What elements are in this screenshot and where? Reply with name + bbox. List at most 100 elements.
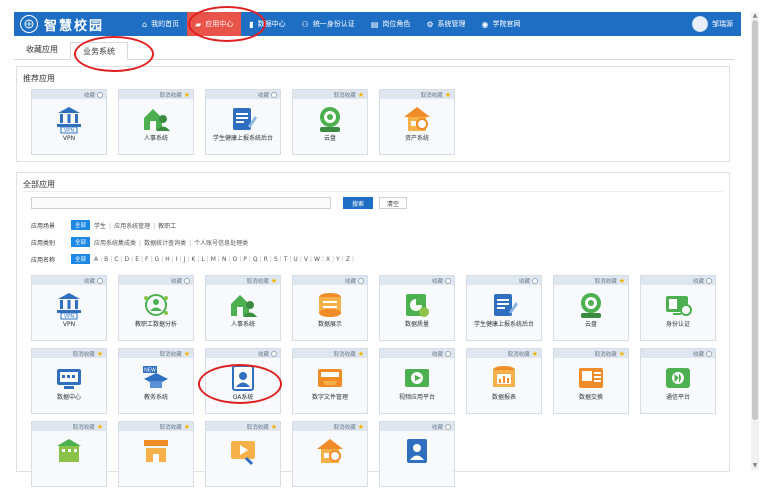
tab-business-systems[interactable]: 业务系统 [70, 42, 128, 60]
scroll-down-icon[interactable]: ▼ [751, 462, 759, 470]
filter-option[interactable]: 数据统计查询类 [144, 240, 186, 247]
letter-filter[interactable]: T [284, 256, 288, 263]
app-card[interactable]: 取消收藏 ★ 数据中心 [31, 348, 107, 414]
favorite-toggle[interactable]: 收藏 [380, 276, 454, 285]
favorite-toggle[interactable]: 收藏 [206, 90, 280, 99]
filter-chip-all[interactable]: 全部 [71, 237, 91, 247]
letter-filter[interactable]: J [184, 256, 186, 263]
app-card[interactable]: 取消收藏 ★ 数字文件管理 [292, 348, 368, 414]
favorite-toggle[interactable]: 取消收藏 ★ [119, 90, 193, 99]
letter-filter[interactable]: E [135, 256, 139, 263]
favorite-toggle[interactable]: 收藏 [32, 276, 106, 285]
app-card[interactable]: 取消收藏 ★ 人事系统 [205, 275, 281, 341]
favorite-toggle[interactable]: 取消收藏 ★ [467, 349, 541, 358]
favorite-toggle[interactable]: 取消收藏 ★ [293, 90, 367, 99]
app-card[interactable]: 收藏 学生健康上报系统后台 [205, 89, 281, 155]
favorite-toggle[interactable]: 取消收藏 ★ [119, 422, 193, 431]
favorite-toggle[interactable]: 取消收藏 ★ [206, 276, 280, 285]
favorite-toggle[interactable]: 收藏 [206, 349, 280, 358]
letter-filter[interactable]: K [191, 256, 195, 263]
app-card[interactable]: 取消收藏 ★ 云盘 [553, 275, 629, 341]
app-card[interactable]: 取消收藏 ★ [118, 421, 194, 487]
app-search-input[interactable] [31, 197, 331, 209]
letter-filter[interactable]: I [176, 256, 178, 263]
letter-filter[interactable]: H [165, 256, 170, 263]
scroll-up-icon[interactable]: ▲ [751, 12, 759, 20]
filter-option[interactable]: 教职工 [158, 223, 176, 230]
app-card[interactable]: 取消收藏 ★ NEW 教务系统 [118, 348, 194, 414]
nav-item-1[interactable]: ▰ 应用中心 [187, 12, 242, 36]
app-card[interactable]: 收藏 VPN VPN [31, 275, 107, 341]
favorite-toggle[interactable]: 取消收藏 ★ [380, 90, 454, 99]
letter-filter[interactable]: F [145, 256, 148, 263]
favorite-toggle[interactable]: 取消收藏 ★ [293, 422, 367, 431]
favorite-toggle[interactable]: 收藏 [641, 276, 715, 285]
letter-filter[interactable]: X [326, 256, 330, 263]
favorite-toggle[interactable]: 收藏 [32, 90, 106, 99]
filter-option[interactable]: 应用系统管理 [114, 223, 150, 230]
letter-filter[interactable]: Q [253, 256, 258, 263]
letter-filter[interactable]: P [243, 256, 247, 263]
favorite-toggle[interactable]: 取消收藏 ★ [554, 349, 628, 358]
letter-filter[interactable]: R [264, 256, 268, 263]
app-card[interactable]: 收藏 数据质量 [379, 275, 455, 341]
letter-filter[interactable]: A [94, 256, 98, 263]
letter-filter[interactable]: Y [336, 256, 340, 263]
letter-filter[interactable]: M [211, 256, 216, 263]
filter-option[interactable]: 个人账号信息处理类 [194, 240, 248, 247]
nav-item-4[interactable]: ▤ 岗位角色 [363, 12, 419, 36]
app-card[interactable]: 取消收藏 ★ 数据交换 [553, 348, 629, 414]
letter-filter[interactable]: N [222, 256, 227, 263]
app-card[interactable]: 取消收藏 ★ [292, 421, 368, 487]
letter-filter[interactable]: Z [346, 256, 350, 263]
scroll-thumb[interactable] [752, 20, 758, 420]
filter-chip-all[interactable]: 全部 [71, 220, 91, 230]
letter-filter[interactable]: G [155, 256, 160, 263]
app-card[interactable]: 取消收藏 ★ 人事系统 [118, 89, 194, 155]
user-menu[interactable]: 邹瑞源 [692, 16, 733, 32]
favorite-toggle[interactable]: 收藏 [467, 276, 541, 285]
app-card[interactable]: 收藏 视频应用平台 [379, 348, 455, 414]
letter-filter[interactable]: V [304, 256, 308, 263]
favorite-toggle[interactable]: 取消收藏 ★ [206, 422, 280, 431]
app-card[interactable]: 取消收藏 ★ 资产系统 [379, 89, 455, 155]
letter-filter[interactable]: C [114, 256, 118, 263]
app-card[interactable]: 取消收藏 ★ [205, 421, 281, 487]
nav-item-0[interactable]: ⌂ 我的首页 [134, 12, 187, 36]
app-card[interactable]: 取消收藏 ★ 云盘 [292, 89, 368, 155]
app-card[interactable]: 收藏 数据展示 [292, 275, 368, 341]
favorite-toggle[interactable]: 取消收藏 ★ [293, 349, 367, 358]
letter-filter[interactable]: W [314, 256, 320, 263]
tab-favorites[interactable]: 收藏应用 [14, 41, 70, 59]
filter-option[interactable]: 应用系统集成类 [94, 240, 136, 247]
favorite-toggle[interactable]: 取消收藏 ★ [32, 349, 106, 358]
favorite-toggle[interactable]: 取消收藏 ★ [554, 276, 628, 285]
app-card[interactable]: 收藏 教职工数据分析 [118, 275, 194, 341]
app-card[interactable]: 取消收藏 ★ 数据报表 [466, 348, 542, 414]
app-card[interactable]: 收藏 [379, 421, 455, 487]
letter-filter[interactable]: U [293, 256, 297, 263]
clear-button[interactable]: 清空 [379, 197, 407, 209]
favorite-toggle[interactable]: 收藏 [119, 276, 193, 285]
nav-item-2[interactable]: ▮ 数据中心 [241, 12, 293, 36]
letter-filter[interactable]: D [125, 256, 130, 263]
vertical-scrollbar[interactable]: ▲ ▼ [751, 12, 759, 470]
app-card[interactable]: 收藏 VPN VPN [31, 89, 107, 155]
letter-filter[interactable]: L [201, 256, 204, 263]
filter-option[interactable]: 学生 [94, 223, 106, 230]
nav-item-6[interactable]: ◉ 学院官网 [474, 12, 529, 36]
letter-filter[interactable]: S [274, 256, 278, 263]
app-card[interactable]: 收藏 OA系统 [205, 348, 281, 414]
favorite-toggle[interactable]: 收藏 [380, 422, 454, 431]
nav-item-5[interactable]: ⚙ 系统管理 [418, 12, 473, 36]
favorite-toggle[interactable]: 收藏 [641, 349, 715, 358]
favorite-toggle[interactable]: 取消收藏 ★ [119, 349, 193, 358]
app-card[interactable]: 收藏 通信平台 [640, 348, 716, 414]
app-card[interactable]: 取消收藏 ★ [31, 421, 107, 487]
app-card[interactable]: 收藏 学生健康上报系统后台 [466, 275, 542, 341]
filter-chip-all[interactable]: 全部 [71, 254, 91, 264]
favorite-toggle[interactable]: 收藏 [380, 349, 454, 358]
app-card[interactable]: 收藏 身份认证 [640, 275, 716, 341]
letter-filter[interactable]: O [232, 256, 237, 263]
search-button[interactable]: 搜索 [343, 197, 373, 209]
